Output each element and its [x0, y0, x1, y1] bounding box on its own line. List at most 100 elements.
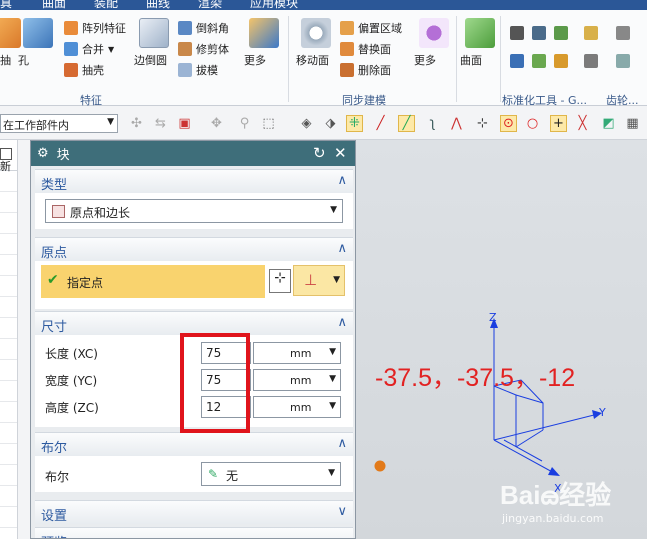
snap-icon[interactable]: ◈ — [298, 115, 315, 132]
snap-icon[interactable]: ⬗ — [322, 115, 339, 132]
move-face-icon — [301, 18, 331, 48]
draft-button[interactable]: 拔模 — [178, 60, 218, 80]
gear-tool-icon[interactable] — [616, 54, 630, 68]
offset-region-button[interactable]: 偏置区域 — [340, 18, 402, 38]
move-face-button[interactable]: 移动面 — [296, 18, 336, 78]
list-item[interactable] — [0, 276, 17, 297]
unite-button[interactable]: 合并 ▼ — [64, 39, 114, 59]
snap-grid-icon[interactable]: ⁜ — [346, 115, 363, 132]
reset-icon[interactable]: ↻ — [313, 144, 326, 162]
sync-more-button[interactable]: 更多 — [414, 18, 454, 78]
list-item[interactable] — [0, 465, 17, 486]
specify-point-row[interactable]: ✔ 指定点 — [41, 265, 265, 298]
chevron-down-icon[interactable]: ∨ — [337, 504, 347, 519]
point-dialog-button[interactable]: ⊹ — [269, 269, 291, 293]
preview-section-header[interactable]: 预览 — [35, 527, 353, 538]
snap-grid-icon[interactable]: ▦ — [624, 115, 641, 132]
edge-blend-button[interactable]: 边倒圆 — [134, 18, 174, 78]
list-item[interactable] — [0, 423, 17, 444]
gear-tool-icon[interactable] — [616, 26, 630, 40]
gear-icon[interactable]: ⚙ — [37, 146, 49, 161]
type-dropdown[interactable]: 原点和边长 ▼ — [45, 199, 343, 223]
select-icon[interactable]: ▣ — [176, 115, 193, 132]
dimensions-section-header[interactable]: 尺寸 ∧ — [35, 311, 353, 335]
menu-item[interactable]: 渲染 — [198, 0, 222, 10]
tool-icon[interactable] — [554, 26, 568, 40]
list-item[interactable] — [0, 192, 17, 213]
list-item[interactable] — [0, 255, 17, 276]
list-item[interactable] — [0, 444, 17, 465]
chevron-down-icon[interactable]: ▼ — [108, 45, 114, 54]
menu-item[interactable]: 装配 — [94, 0, 118, 10]
list-item[interactable] — [0, 360, 17, 381]
menu-item[interactable]: 应用模块 — [250, 0, 298, 10]
filter-icon[interactable]: ✣ — [128, 115, 145, 132]
list-item[interactable] — [0, 234, 17, 255]
tool-icon[interactable] — [584, 54, 598, 68]
chevron-up-icon[interactable]: ∧ — [337, 315, 347, 330]
tool-icon[interactable] — [510, 26, 524, 40]
hole-button[interactable]: 孔 — [18, 18, 58, 78]
tool-icon[interactable] — [532, 54, 546, 68]
list-item[interactable] — [0, 213, 17, 234]
surface-button[interactable]: 曲面 — [460, 18, 500, 78]
snap-line-icon[interactable]: ╱ — [372, 115, 389, 132]
delete-face-button[interactable]: 删除面 — [340, 60, 391, 80]
point-type-icon: ⊥ — [304, 271, 318, 289]
checkbox[interactable] — [0, 148, 12, 160]
pattern-feature-button[interactable]: 阵列特征 — [64, 18, 126, 38]
height-label: 高度 (ZC) — [45, 401, 99, 415]
list-item[interactable] — [0, 297, 17, 318]
list-item[interactable] — [0, 507, 17, 528]
menu-item[interactable]: 真 — [0, 0, 12, 10]
selection-scope-dropdown[interactable]: 在工作部件内 ▼ — [0, 114, 118, 133]
height-unit-dropdown[interactable]: mm ▼ — [253, 396, 341, 418]
tool-icon[interactable] — [510, 54, 524, 68]
list-item[interactable] — [0, 486, 17, 507]
boolean-dropdown[interactable]: ✎ 无 ▼ — [201, 462, 341, 486]
tool-icon[interactable] — [584, 26, 598, 40]
list-item[interactable] — [0, 339, 17, 360]
settings-section-header[interactable]: 设置 ∨ — [35, 500, 353, 524]
menu-item[interactable]: 曲线 — [146, 0, 170, 10]
tool-icon[interactable] — [532, 26, 546, 40]
snap-face-icon[interactable]: ◩ — [600, 115, 617, 132]
dialog-titlebar: ⚙ 块 ↻ ✕ — [31, 141, 355, 166]
snap-cross-icon[interactable]: + — [550, 115, 567, 132]
snap-quadrant-icon[interactable]: ○ — [524, 115, 541, 132]
trim-body-button[interactable]: 修剪体 — [178, 39, 229, 59]
filter-icon[interactable]: ⚲ — [236, 115, 253, 132]
list-item[interactable] — [0, 318, 17, 339]
list-item[interactable] — [0, 171, 17, 192]
snap-curve-icon[interactable]: ʅ — [424, 115, 441, 132]
tool-icon[interactable] — [554, 54, 568, 68]
replace-face-button[interactable]: 替换面 — [340, 39, 391, 59]
filter-icon[interactable]: ✥ — [208, 115, 225, 132]
snap-intersect-icon[interactable]: ⊹ — [474, 115, 491, 132]
nx-window: 真 曲面 装配 曲线 渲染 应用模块 抽 孔 阵列特征 合并 ▼ 抽壳 边倒圆 … — [0, 0, 647, 539]
width-unit-dropdown[interactable]: mm ▼ — [253, 369, 341, 391]
list-item[interactable] — [0, 402, 17, 423]
snap-center-icon[interactable]: ⊙ — [500, 115, 517, 132]
chevron-up-icon[interactable]: ∧ — [337, 241, 347, 256]
rectangle-select-icon[interactable]: ⬚ — [260, 115, 277, 132]
filter-icon[interactable]: ⇆ — [152, 115, 169, 132]
snap-tangent-icon[interactable]: ╱ — [398, 115, 415, 132]
length-unit-dropdown[interactable]: mm ▼ — [253, 342, 341, 364]
snap-point-icon[interactable]: ⋀ — [448, 115, 465, 132]
point-snap-dropdown[interactable]: ⊥ ▼ — [293, 265, 345, 296]
close-icon[interactable]: ✕ — [334, 144, 347, 162]
unite-icon — [64, 42, 78, 56]
origin-section-header[interactable]: 原点 ∧ — [35, 237, 353, 261]
chamfer-button[interactable]: 倒斜角 — [178, 18, 229, 38]
chevron-up-icon[interactable]: ∧ — [337, 173, 347, 188]
type-section-header[interactable]: 类型 ∧ — [35, 169, 353, 193]
menu-item[interactable]: 曲面 — [42, 0, 66, 10]
feature-more-button[interactable]: 更多 — [244, 18, 284, 78]
list-item[interactable] — [0, 381, 17, 402]
shell-button[interactable]: 抽壳 — [64, 60, 104, 80]
snap-point-icon[interactable]: ╳ — [574, 115, 591, 132]
chevron-up-icon[interactable]: ∧ — [337, 436, 347, 451]
more-icon — [249, 18, 279, 48]
boolean-section-header[interactable]: 布尔 ∧ — [35, 432, 353, 456]
